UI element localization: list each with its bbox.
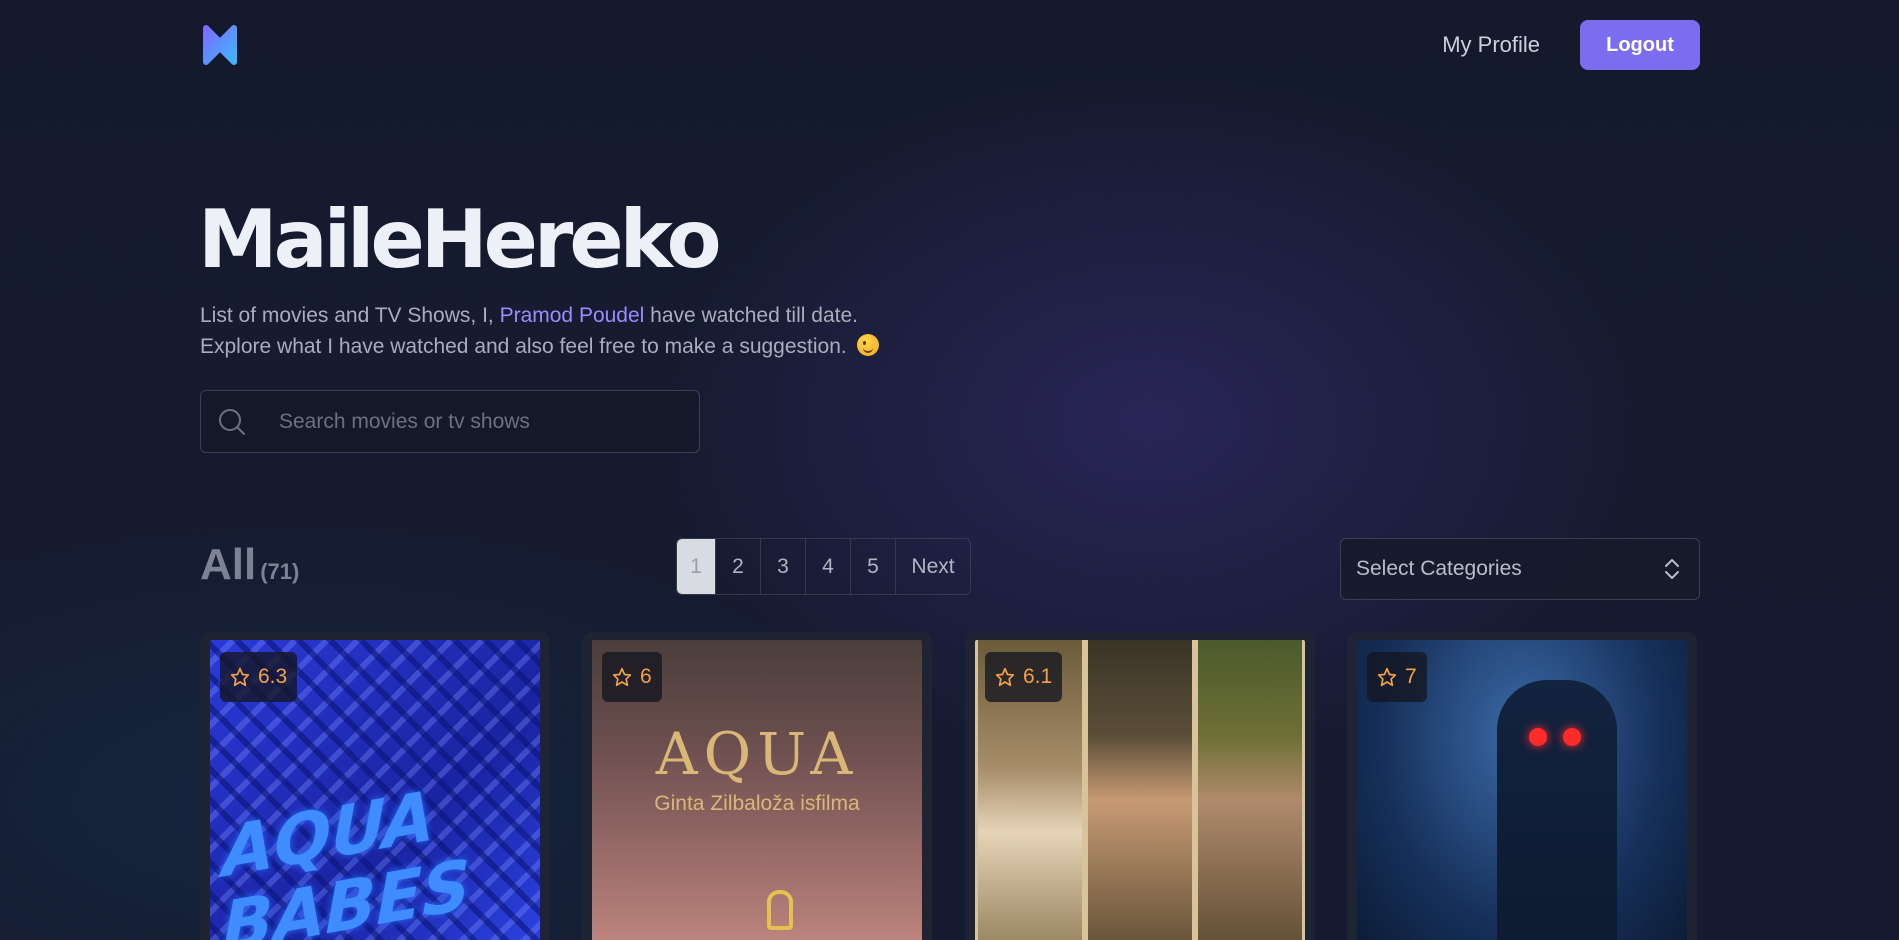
category-select-label: Select Categories <box>1356 557 1522 580</box>
movie-poster[interactable]: 7 <box>1357 640 1687 940</box>
logout-button[interactable]: Logout <box>1580 20 1700 70</box>
poster-subtitle-art: Ginta Zilbaloža isfilma <box>654 792 860 815</box>
rating-badge: 6.1 <box>985 652 1063 702</box>
rating-badge: 6 <box>602 652 662 702</box>
page-5-button[interactable]: 5 <box>850 539 895 594</box>
author-name-link[interactable]: Pramod Poudel <box>500 304 645 327</box>
page-2-button[interactable]: 2 <box>715 539 760 594</box>
poster-artwork <box>1198 640 1302 940</box>
page-3-button[interactable]: 3 <box>760 539 805 594</box>
movie-poster[interactable]: AQUA BABES 6.3 <box>210 640 540 940</box>
rating-value: 6.1 <box>1023 665 1053 688</box>
movie-card[interactable]: 6.1 <box>965 632 1315 940</box>
page-title: MaileHereko <box>198 193 722 286</box>
rating-value: 7 <box>1405 665 1417 688</box>
intro-prefix: List of movies and TV Shows, I, <box>200 304 500 327</box>
page-1-button[interactable]: 1 <box>677 539 715 594</box>
pagination: 1 2 3 4 5 Next <box>676 538 971 595</box>
poster-artwork <box>767 890 793 930</box>
next-page-button[interactable]: Next <box>895 539 970 594</box>
poster-title-art: AQUA BABES <box>222 776 471 940</box>
intro-line-2: Explore what I have watched and also fee… <box>200 335 847 358</box>
page-4-button[interactable]: 4 <box>805 539 850 594</box>
top-navbar: My Profile Logout <box>200 20 1700 70</box>
poster-title-art: AQUA <box>655 720 859 788</box>
movie-card[interactable]: AQUA BABES 6.3 <box>200 632 550 940</box>
rating-value: 6 <box>640 665 652 688</box>
poster-artwork <box>1529 728 1547 746</box>
category-select[interactable]: Select Categories <box>1340 538 1700 600</box>
movie-poster[interactable]: 6.1 <box>975 640 1305 940</box>
intro-text: List of movies and TV Shows, I, Pramod P… <box>200 300 1000 362</box>
poster-artwork <box>1563 728 1581 746</box>
my-profile-link[interactable]: My Profile <box>1442 32 1540 58</box>
section-heading: All (71) <box>200 540 299 590</box>
m-logo-icon[interactable] <box>200 22 240 68</box>
movie-card[interactable]: AQUA Ginta Zilbaloža isfilma 6 <box>582 632 932 940</box>
star-icon <box>612 667 632 687</box>
search-input[interactable] <box>279 409 699 434</box>
chevron-up-down-icon <box>1665 559 1679 579</box>
results-count: (71) <box>260 559 300 584</box>
poster-artwork <box>1088 640 1192 940</box>
section-title: All <box>200 540 257 589</box>
search-icon <box>219 408 245 435</box>
rating-badge: 6.3 <box>220 652 298 702</box>
nav-actions: My Profile Logout <box>1442 20 1700 70</box>
star-icon <box>995 667 1015 687</box>
star-icon <box>1377 667 1397 687</box>
search-bar[interactable] <box>200 390 700 453</box>
movie-card[interactable]: 7 <box>1347 632 1697 940</box>
movie-poster[interactable]: AQUA Ginta Zilbaloža isfilma 6 <box>592 640 922 940</box>
star-icon <box>230 667 250 687</box>
intro-suffix: have watched till date. <box>644 304 858 327</box>
poster-artwork <box>1497 680 1617 940</box>
rating-value: 6.3 <box>258 665 288 688</box>
rating-badge: 7 <box>1367 652 1427 702</box>
winking-face-icon <box>856 334 879 356</box>
